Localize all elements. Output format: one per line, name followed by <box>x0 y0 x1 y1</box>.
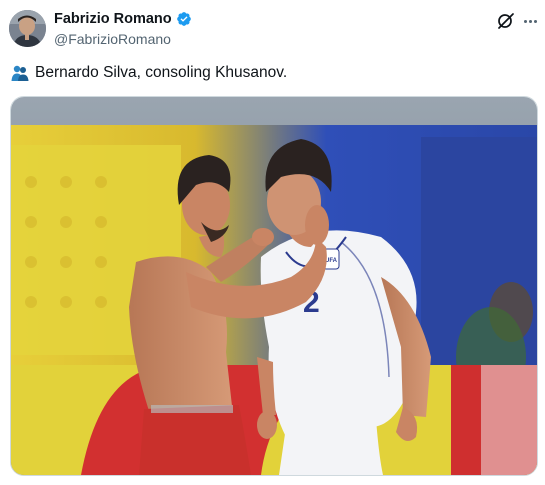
more-options-icon[interactable] <box>520 11 540 31</box>
tweet-text: Bernardo Silva, consoling Khusanov. <box>11 62 531 84</box>
avatar-image <box>9 10 46 47</box>
photo-scene: UFA 2 <box>11 97 537 475</box>
author-handle[interactable]: @FabrizioRomano <box>54 31 171 47</box>
ufa-badge: UFA <box>325 258 338 264</box>
tweet-header: Fabrizio Romano @FabrizioRomano <box>0 0 545 58</box>
author-name-row: Fabrizio Romano <box>54 11 192 27</box>
avatar[interactable] <box>9 10 46 47</box>
grok-icon[interactable] <box>496 11 516 31</box>
tweet-photo[interactable]: UFA 2 <box>10 96 538 476</box>
verified-badge-icon <box>176 11 192 27</box>
people-hugging-emoji <box>11 64 29 82</box>
tweet-body-text: Bernardo Silva, consoling Khusanov. <box>35 64 288 81</box>
author-display-name[interactable]: Fabrizio Romano <box>54 11 172 27</box>
